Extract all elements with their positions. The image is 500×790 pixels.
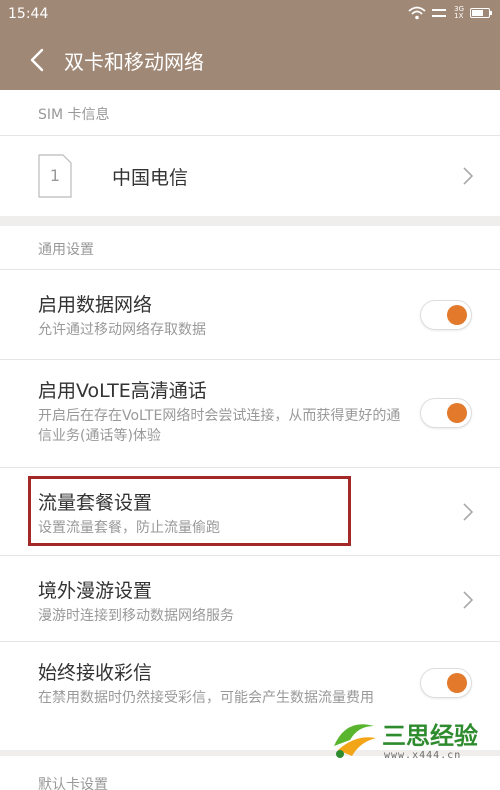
setting-data-plan[interactable]: 流量套餐设置 设置流量套餐，防止流量偷跑 — [0, 468, 500, 556]
setting-title: 启用数据网络 — [38, 294, 153, 316]
setting-description: 在禁用数据时仍然接受彩信，可能会产生数据流量费用 — [38, 690, 374, 706]
network-label-1x: 1X — [454, 12, 464, 20]
wifi-icon — [408, 6, 426, 20]
status-time: 15:44 — [8, 6, 49, 22]
battery-icon — [470, 8, 492, 18]
watermark-url: www.x444.cn — [384, 750, 462, 761]
watermark-logo-icon — [334, 724, 376, 758]
sim-card-row[interactable]: 1 中国电信 — [0, 136, 500, 216]
watermark-title: 三思经验 — [382, 722, 478, 750]
chevron-right-icon — [463, 591, 474, 609]
status-bar: 15:44 3G 1X — [0, 0, 500, 30]
setting-description: 设置流量套餐，防止流量偷跑 — [38, 520, 220, 536]
setting-title: 流量套餐设置 — [38, 492, 153, 514]
data-network-toggle[interactable] — [420, 300, 472, 330]
sim-section-header: SIM 卡信息 — [0, 90, 500, 136]
toggle-knob — [447, 403, 467, 423]
chevron-right-icon — [463, 167, 474, 185]
toggle-knob — [447, 673, 467, 693]
page-title: 双卡和移动网络 — [64, 50, 204, 74]
setting-title: 始终接收彩信 — [38, 662, 153, 684]
watermark: 三思经验 www.x444.cn — [326, 712, 496, 768]
volte-toggle[interactable] — [420, 398, 472, 428]
setting-description: 开启后在存在VoLTE网络时会尝试连接，从而获得更好的通信业务(通话等)体验 — [38, 408, 401, 444]
general-section-header: 通用设置 — [0, 226, 500, 270]
setting-title: 境外漫游设置 — [38, 580, 153, 602]
back-arrow-icon[interactable] — [26, 46, 50, 74]
setting-title: 启用VoLTE高清通话 — [38, 380, 207, 402]
network-type-labels: 3G 1X — [454, 6, 464, 20]
setting-enable-data[interactable]: 启用数据网络 允许通过移动网络存取数据 — [0, 270, 500, 360]
status-icons: 3G 1X — [408, 6, 492, 20]
setting-volte[interactable]: 启用VoLTE高清通话 开启后在存在VoLTE网络时会尝试连接，从而获得更好的通… — [0, 360, 500, 468]
carrier-name: 中国电信 — [112, 167, 189, 189]
general-settings-section: 通用设置 启用数据网络 允许通过移动网络存取数据 启用VoLTE高清通话 开启后… — [0, 226, 500, 750]
sim-slot-number: 1 — [49, 166, 61, 185]
signal-icon — [432, 9, 447, 17]
setting-description: 允许通过移动网络存取数据 — [38, 322, 206, 338]
mms-toggle[interactable] — [420, 668, 472, 698]
chevron-right-icon — [463, 503, 474, 521]
setting-roaming[interactable]: 境外漫游设置 漫游时连接到移动数据网络服务 — [0, 556, 500, 642]
sim-info-section: SIM 卡信息 1 中国电信 — [0, 90, 500, 216]
title-bar: 双卡和移动网络 — [0, 30, 500, 90]
setting-description: 漫游时连接到移动数据网络服务 — [38, 608, 234, 624]
default-section-header: 默认卡设置 — [38, 777, 108, 790]
toggle-knob — [447, 305, 467, 325]
